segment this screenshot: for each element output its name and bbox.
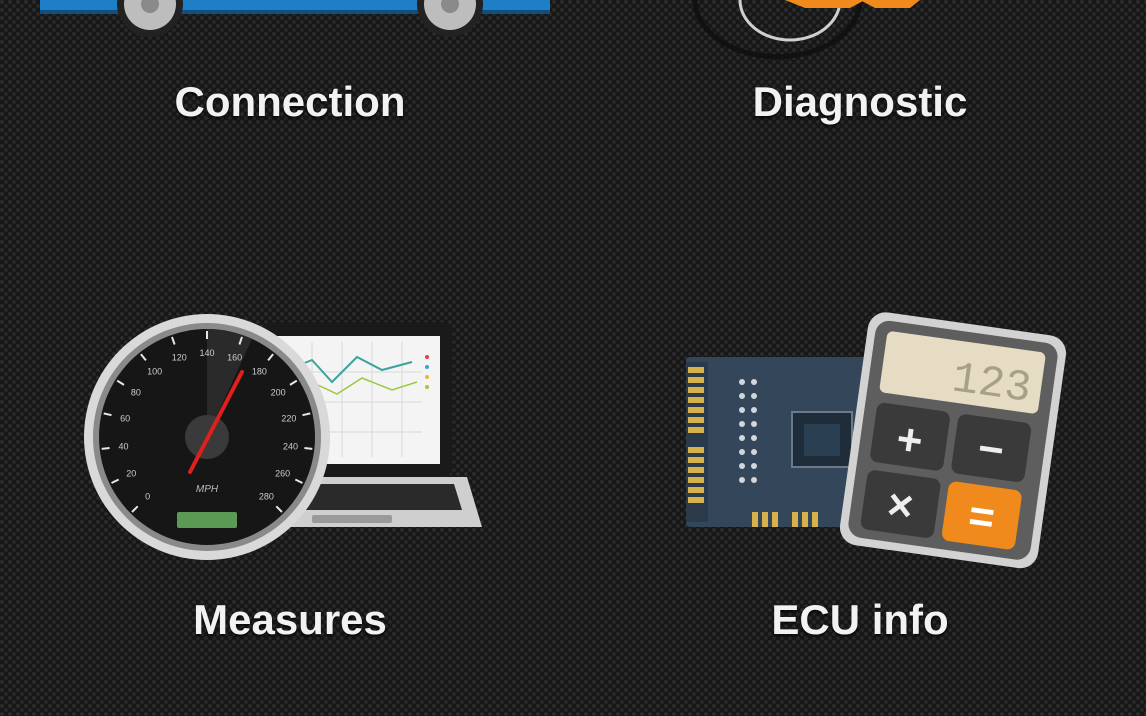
connection-tile[interactable]: Connection: [30, 0, 550, 150]
speedometer-tick-label: 120: [172, 353, 187, 363]
speedometer-tick-label: 100: [147, 366, 162, 376]
speedometer-tick-label: 80: [131, 387, 141, 397]
circuit-calculator-icon: 123 + − × =: [686, 312, 1067, 569]
speedometer-display: [177, 512, 237, 528]
speedometer-tick-label: 20: [126, 468, 136, 478]
speedometer-tick-label: 160: [227, 353, 242, 363]
speedometer-tick-mark: [304, 447, 313, 450]
speedometer-tick-label: 140: [199, 348, 214, 358]
connection-label: Connection: [174, 78, 406, 125]
speedometer-unit: MPH: [196, 484, 219, 495]
car-wheel-right: [417, 0, 483, 37]
speedometer-tick-label: 240: [283, 441, 298, 451]
speedometer-laptop-icon: 020406080100120 140 160180200220240260280 …: [84, 314, 482, 560]
car-icon: [40, 0, 550, 37]
diagnostic-tile[interactable]: Diagnostic: [600, 0, 1120, 150]
speedometer-tick-label: 260: [275, 468, 290, 478]
speedometer-tick-label: 220: [281, 413, 296, 423]
diagnostic-label: Diagnostic: [752, 78, 968, 125]
ecu-info-label: ECU info: [771, 596, 949, 643]
calculator-icon: 123 + − × =: [839, 312, 1067, 569]
measures-tile[interactable]: 0 20 40 60 80 100 120 140 160 180 200 220 240 260 280 …: [30, 300, 550, 660]
car-wheel-left: [117, 0, 183, 37]
speedometer-tick-label: 60: [120, 413, 130, 423]
speedometer-icon: 020406080100120 140 160180200220240260280 …: [84, 314, 330, 560]
ecu-info-tile[interactable]: 123 + − × = ECU info: [600, 300, 1120, 660]
speedometer-tick-label: 0: [145, 491, 150, 501]
speedometer-tick-label: 200: [271, 387, 286, 397]
measures-label: Measures: [193, 596, 387, 643]
speedometer-tick-mark: [101, 447, 110, 450]
speedometer-tick-label: 280: [259, 491, 274, 501]
speedometer-tick-label: 180: [252, 366, 267, 376]
diagnostic-gauge-icon: [692, 0, 920, 60]
speedometer-tick-label: 40: [118, 441, 128, 451]
